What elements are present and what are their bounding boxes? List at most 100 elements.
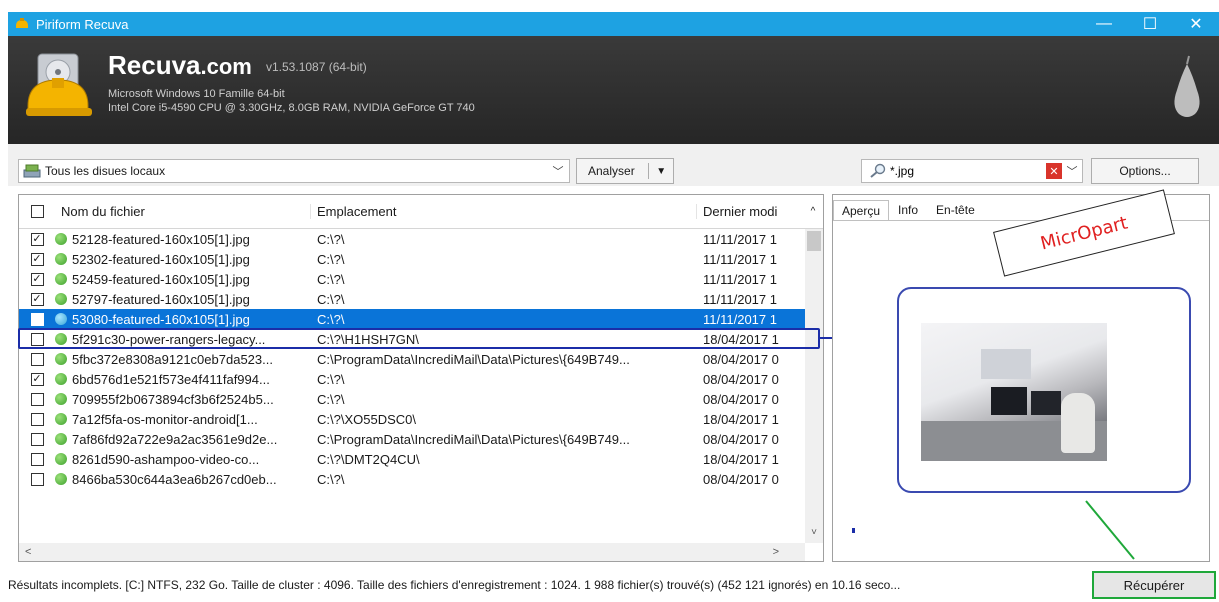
table-row[interactable]: 8466ba530c644a3ea6b267cd0eb... C:\?\ 08/04…: [19, 469, 805, 489]
vertical-scrollbar[interactable]: ˅: [805, 229, 823, 543]
analyse-button[interactable]: Analyser ▼: [576, 158, 674, 184]
file-state-icon: [55, 353, 67, 365]
row-checkbox[interactable]: ✓: [30, 292, 44, 306]
file-date: 18/04/2017 1: [703, 411, 779, 427]
file-name-cell: 52128-featured-160x105[1].jpg: [55, 232, 311, 247]
app-header: Recuva.com v1.53.1087 (64-bit) Microsoft…: [8, 36, 1219, 144]
tab-info[interactable]: Info: [889, 199, 927, 221]
file-name: 52128-featured-160x105[1].jpg: [72, 231, 250, 247]
table-row[interactable]: 7a12f5fa-os-monitor-android[1... C:\?\XO5…: [19, 409, 805, 429]
row-checkbox[interactable]: [30, 352, 44, 366]
row-check-cell: ✓: [19, 252, 55, 266]
filter-input[interactable]: [890, 164, 1020, 178]
file-path: C:\ProgramData\IncrediMail\Data\Pictures…: [317, 351, 630, 367]
file-date: 11/11/2017 1: [703, 311, 777, 327]
row-checkbox[interactable]: [30, 412, 44, 426]
tab-en-tete[interactable]: En-tête: [927, 199, 984, 221]
clear-filter-icon[interactable]: ✕: [1046, 163, 1062, 179]
row-checkbox[interactable]: ✓: [30, 232, 44, 246]
table-row[interactable]: 709955f2b0673894cf3b6f2524b5... C:\?\ 08/0…: [19, 389, 805, 409]
file-path: C:\?\: [317, 251, 345, 267]
column-header-name[interactable]: Nom du fichier: [55, 204, 311, 219]
row-check-cell: [19, 432, 55, 446]
file-date: 11/11/2017 1: [703, 251, 777, 267]
table-row[interactable]: 8261d590-ashampoo-video-co... C:\?\DMT2Q4…: [19, 449, 805, 469]
table-row[interactable]: ✓ 6bd576d1e521f573e4f411faf994... C:\?\ 08/…: [19, 369, 805, 389]
table-row[interactable]: ✓ 53080-featured-160x105[1].jpg C:\?\ 11/11…: [19, 309, 805, 329]
file-name-cell: 709955f2b0673894cf3b6f2524b5...: [55, 392, 311, 407]
tab-apercu[interactable]: Aperçu: [833, 200, 890, 221]
file-name-cell: 5fbc372e8308a9121c0eb7da523...: [55, 352, 311, 367]
select-all-checkbox[interactable]: [30, 205, 44, 218]
file-state-icon: [55, 273, 67, 285]
close-button[interactable]: ✕: [1173, 12, 1219, 36]
table-row[interactable]: ✓ 52302-featured-160x105[1].jpg C:\?\ 11/11…: [19, 249, 805, 269]
file-name-cell: 8466ba530c644a3ea6b267cd0eb...: [55, 472, 311, 487]
preview-tabs: Aperçu Info En-tête: [833, 195, 984, 221]
preview-highlight: [897, 287, 1191, 493]
os-info: Microsoft Windows 10 Famille 64-bit: [108, 88, 285, 100]
file-path: C:\?\: [317, 271, 345, 287]
table-row[interactable]: ✓ 52459-featured-160x105[1].jpg C:\?\ 11/11…: [19, 269, 805, 289]
file-date: 08/04/2017 0: [703, 471, 779, 487]
options-button[interactable]: Options...: [1091, 158, 1199, 184]
row-check-cell: [19, 412, 55, 426]
top-margin: [0, 0, 1219, 12]
row-checkbox[interactable]: ✓: [30, 252, 44, 266]
file-date: 08/04/2017 0: [703, 391, 779, 407]
file-path: C:\?\: [317, 311, 345, 327]
row-check-cell: ✓: [19, 292, 55, 306]
horizontal-scrollbar[interactable]: < >: [19, 543, 805, 561]
scroll-right-icon[interactable]: >: [773, 546, 779, 558]
selected-row-highlight: [18, 328, 820, 349]
table-row[interactable]: 7af86fd92a722e9a2ac3561e9d2e... C:\Progra…: [19, 429, 805, 449]
scroll-thumb[interactable]: [807, 231, 821, 251]
brand-suffix: .com: [200, 54, 252, 79]
title-bar: Piriform Recuva — ☐ ✕: [8, 12, 1219, 36]
drive-select-value: Tous les disues locaux: [45, 164, 166, 178]
scroll-left-icon[interactable]: <: [25, 546, 31, 558]
row-check-cell: [19, 452, 55, 466]
file-date: 08/04/2017 0: [703, 351, 779, 367]
analyse-dropdown-icon[interactable]: ▼: [649, 166, 673, 177]
row-checkbox[interactable]: [30, 452, 44, 466]
file-path: C:\?\: [317, 471, 345, 487]
filter-chevron-down-icon[interactable]: ﹀: [1062, 163, 1082, 179]
file-name: 7af86fd92a722e9a2ac3561e9d2e...: [72, 431, 278, 447]
row-checkbox[interactable]: [30, 432, 44, 446]
file-state-icon: [55, 413, 67, 425]
file-state-icon: [55, 313, 67, 325]
minimize-button[interactable]: —: [1081, 12, 1127, 36]
table-row[interactable]: 5fbc372e8308a9121c0eb7da523... C:\Program…: [19, 349, 805, 369]
file-name-cell: 52302-featured-160x105[1].jpg: [55, 252, 311, 267]
chevron-down-icon: ﹀: [552, 166, 564, 178]
row-checkbox[interactable]: ✓: [30, 372, 44, 386]
column-header-date[interactable]: Dernier modi: [697, 204, 805, 219]
local-drives-icon: [23, 164, 41, 178]
file-date: 11/11/2017 1: [703, 231, 777, 247]
row-check-cell: ✓: [19, 312, 55, 326]
file-path: C:\?\: [317, 391, 345, 407]
table-row[interactable]: ✓ 52797-featured-160x105[1].jpg C:\?\ 11/11…: [19, 289, 805, 309]
search-icon: [870, 163, 886, 178]
column-header-path[interactable]: Emplacement: [311, 204, 697, 219]
row-checkbox[interactable]: [30, 472, 44, 486]
file-date: 08/04/2017 0: [703, 371, 779, 387]
file-name-cell: 8261d590-ashampoo-video-co...: [55, 452, 311, 467]
file-name: 52302-featured-160x105[1].jpg: [72, 251, 250, 267]
file-date: 11/11/2017 1: [703, 291, 777, 307]
window-title: Piriform Recuva: [36, 16, 129, 32]
maximize-button[interactable]: ☐: [1127, 12, 1173, 36]
row-checkbox[interactable]: ✓: [30, 312, 44, 326]
table-row[interactable]: ✓ 52128-featured-160x105[1].jpg C:\?\ 11/11…: [19, 229, 805, 249]
green-arrow-annotation: [1085, 500, 1135, 560]
preview-marker: [852, 528, 855, 533]
scroll-down-icon[interactable]: ˅: [805, 527, 823, 543]
drive-select[interactable]: Tous les disues locaux ﹀: [18, 159, 570, 183]
recover-button[interactable]: Récupérer: [1092, 571, 1216, 599]
file-state-icon: [55, 233, 67, 245]
row-checkbox[interactable]: [30, 392, 44, 406]
row-check-cell: ✓: [19, 232, 55, 246]
row-checkbox[interactable]: ✓: [30, 272, 44, 286]
filter-combo[interactable]: ✕ ﹀: [861, 159, 1083, 183]
